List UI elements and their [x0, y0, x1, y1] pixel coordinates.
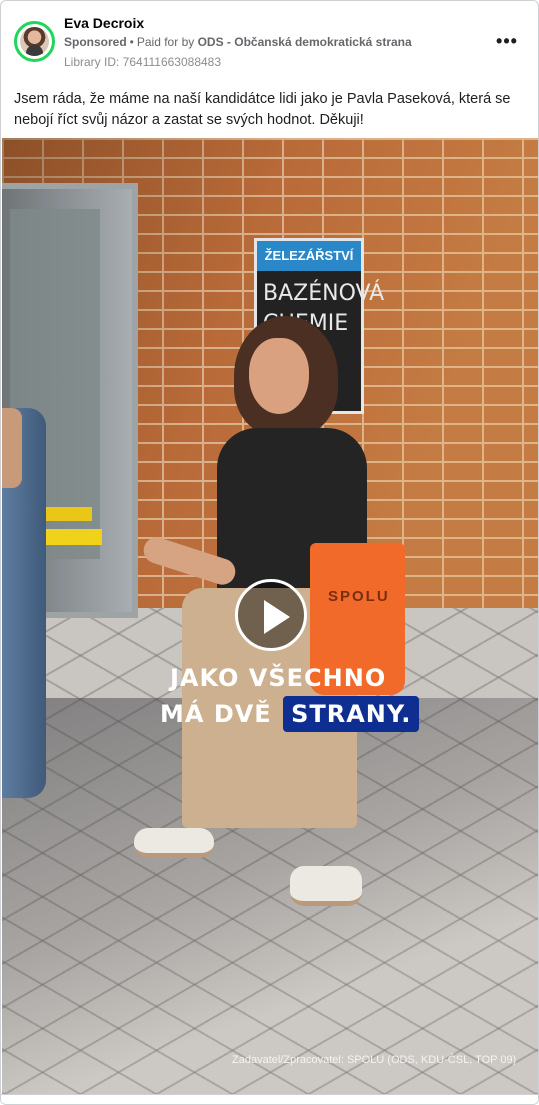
play-button[interactable] — [235, 579, 307, 651]
more-horizontal-icon: ••• — [496, 30, 518, 51]
shop-sign-header: ŽELEZÁŘSTVÍ — [257, 241, 361, 271]
paid-for-prefix: Paid for by — [136, 35, 195, 49]
ad-card: Eva Decroix Sponsored • Paid for by ODS - … — [0, 0, 539, 1105]
bag-logo: SPOLU — [328, 588, 390, 605]
library-id: Library ID: 764111663088483 — [64, 55, 222, 69]
sneaker-left — [134, 828, 214, 858]
author-avatar[interactable] — [14, 21, 55, 62]
more-options-button[interactable]: ••• — [494, 31, 520, 51]
video-caption-line2: MÁ DVĚ STRANY. — [160, 696, 420, 740]
sneaker-right — [290, 866, 362, 906]
card-bottom-edge — [1, 1094, 538, 1104]
sponsor-line: Sponsored • Paid for by ODS - Občanská dem… — [64, 35, 412, 49]
separator-dot: • — [129, 35, 134, 49]
avatar-image — [20, 27, 49, 56]
author-name[interactable]: Eva Decroix — [64, 15, 144, 31]
bystander-arm — [2, 408, 22, 488]
video-disclaimer: Zadavatel/Zpracovatel: SPOLU (ODS, KDU-Č… — [232, 1054, 517, 1066]
post-header: Eva Decroix Sponsored • Paid for by ODS - … — [1, 1, 538, 81]
play-icon — [264, 600, 290, 634]
woman-face — [249, 338, 309, 414]
payer-name[interactable]: ODS - Občanská demokratická strana — [198, 35, 412, 49]
caption-highlight: STRANY. — [283, 696, 420, 732]
caption-prefix: MÁ DVĚ — [160, 700, 272, 728]
sponsored-label: Sponsored — [64, 35, 127, 49]
video-caption-line1: JAKO VŠECHNO — [170, 664, 387, 692]
video-player[interactable]: ŽELEZÁŘSTVÍ BAZÉNOVÁ CHEMIE ...ATY SPOLU… — [2, 138, 538, 1094]
post-text: Jsem ráda, že máme na naší kandidátce li… — [14, 91, 511, 128]
